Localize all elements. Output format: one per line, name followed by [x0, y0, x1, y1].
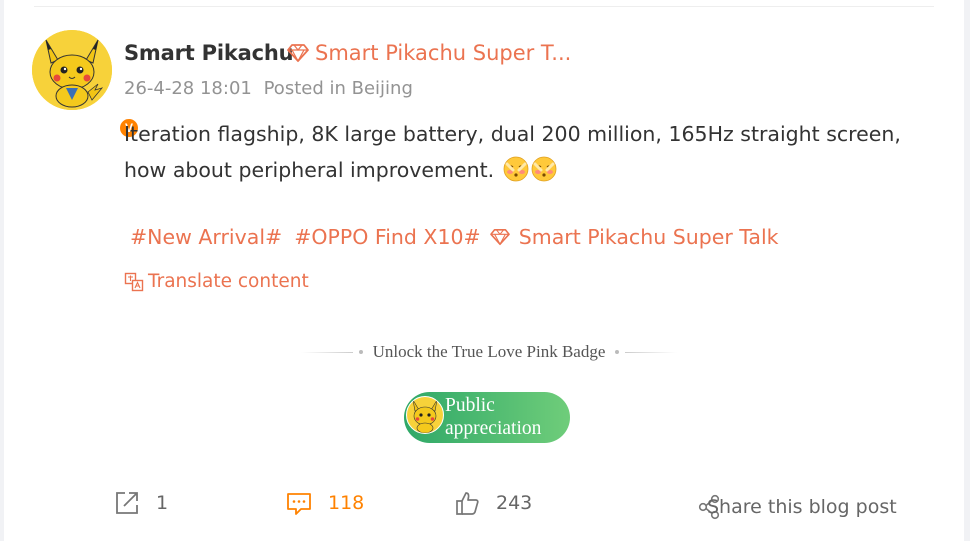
- translate-icon: [124, 272, 144, 291]
- super-talk-tag-link[interactable]: Smart Pikachu Super Talk: [489, 225, 779, 249]
- post-location: Posted in Beijing: [263, 78, 413, 99]
- hashtag-row: #New Arrival# #OPPO Find X10# Smart Pika…: [130, 225, 779, 249]
- post-body: Iteration flagship, 8K large battery, du…: [124, 116, 924, 188]
- divider-dot: [615, 350, 620, 354]
- repost-count: 1: [156, 492, 169, 514]
- shy-face-emoji-icon: [531, 156, 557, 182]
- pikachu-avatar-icon: [32, 30, 112, 110]
- comment-button[interactable]: 118: [286, 490, 364, 516]
- translate-link[interactable]: Translate content: [124, 271, 309, 292]
- hashtag-new-arrival[interactable]: #New Arrival#: [130, 225, 282, 249]
- pikachu-mini-avatar-icon: [406, 396, 444, 434]
- translate-label: Translate content: [148, 271, 309, 292]
- thumbs-up-icon: [456, 492, 479, 515]
- post-card: V Smart Pikachu Smart Pikachu Super T...…: [4, 0, 964, 541]
- comment-count: 118: [328, 492, 365, 514]
- post-timestamp[interactable]: 26-4-28 18:01: [124, 78, 252, 99]
- divider-line-left: [300, 351, 353, 353]
- appreciation-line-1: Public: [445, 395, 495, 416]
- diamond-icon: [287, 44, 309, 63]
- author-avatar[interactable]: V: [32, 30, 140, 139]
- diamond-icon: [489, 228, 510, 246]
- repost-button[interactable]: 1: [114, 490, 168, 516]
- super-talk-tag-label: Smart Pikachu Super Talk: [518, 225, 779, 249]
- hashtag-oppo-find-x10[interactable]: #OPPO Find X10#: [294, 225, 481, 249]
- appreciation-label: Public appreciation: [445, 394, 565, 440]
- public-appreciation-button[interactable]: Public appreciation: [404, 392, 570, 443]
- top-divider: [34, 6, 934, 7]
- author-name[interactable]: Smart Pikachu: [124, 41, 294, 65]
- share-blog-post-link[interactable]: Share this blog post: [707, 496, 897, 518]
- comment-icon: [287, 493, 311, 515]
- unlock-badge-banner: Unlock the True Love Pink Badge: [296, 340, 682, 364]
- divider-line-right: [625, 351, 678, 353]
- unlock-badge-label: Unlock the True Love Pink Badge: [372, 342, 606, 361]
- appreciation-line-2: appreciation: [445, 418, 542, 439]
- super-talk-link[interactable]: Smart Pikachu Super T...: [286, 41, 571, 65]
- divider-dot: [358, 350, 363, 354]
- like-button[interactable]: 243: [454, 490, 532, 516]
- post-meta: 26-4-28 18:01 Posted in Beijing: [124, 78, 419, 99]
- repost-icon: [116, 492, 138, 514]
- like-count: 243: [496, 492, 533, 514]
- super-talk-label: Smart Pikachu Super T...: [315, 41, 572, 65]
- shy-face-emoji-icon: [503, 156, 529, 182]
